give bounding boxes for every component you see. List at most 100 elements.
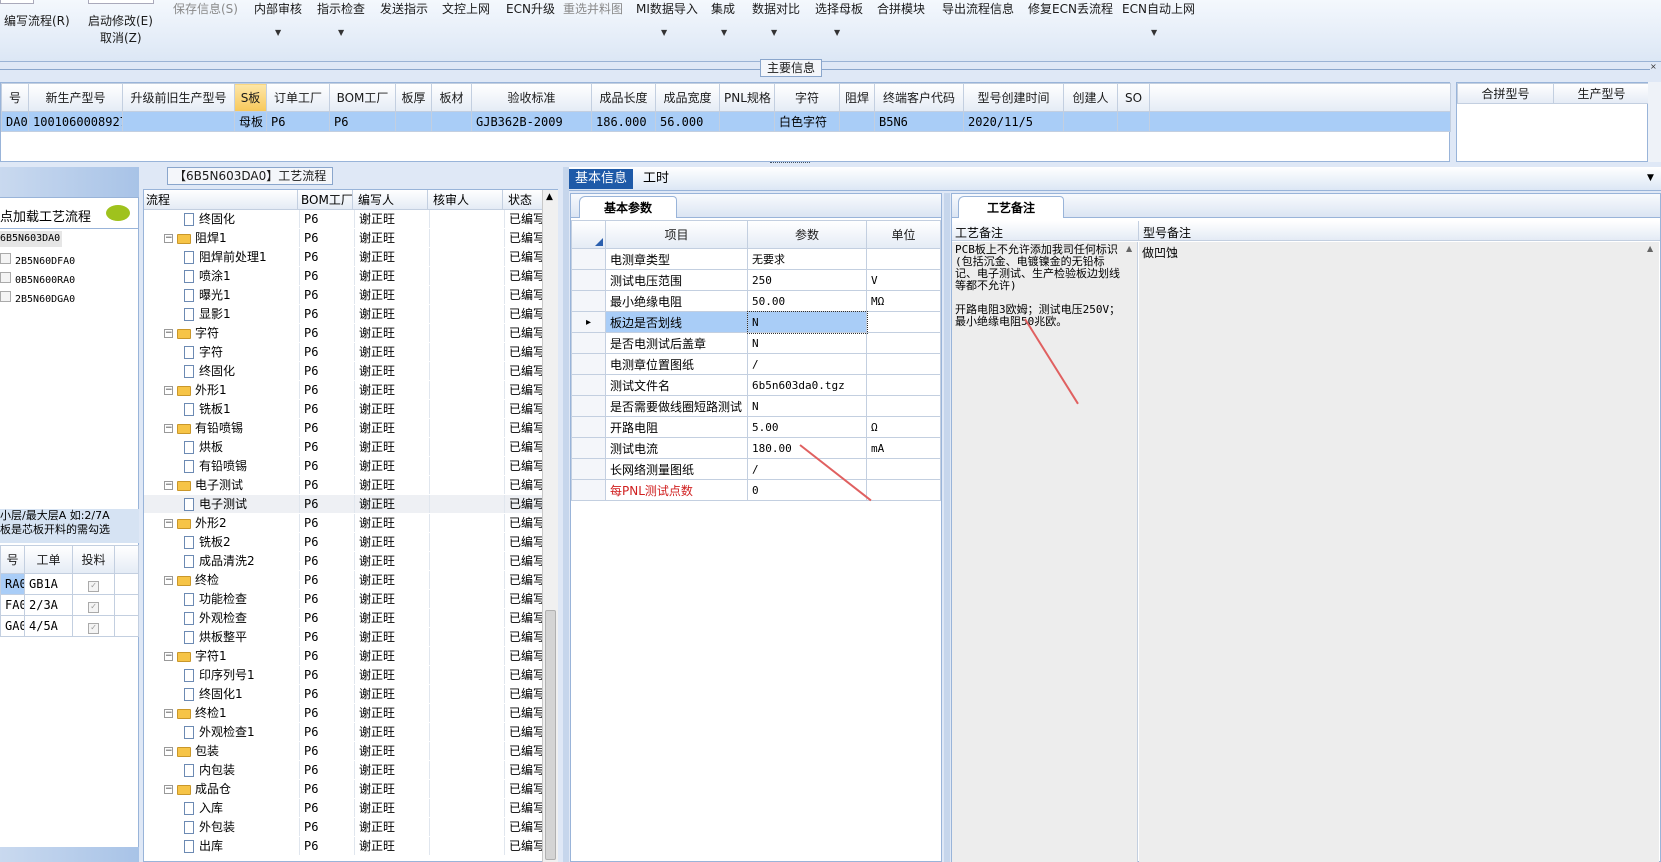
flow-row[interactable]: 终固化 P6 谢正旺 已编写 [144,362,542,380]
table-cell[interactable]: GJB362B-2009 [471,111,592,132]
row-indicator[interactable] [571,248,606,270]
table-cell[interactable] [1117,111,1150,132]
col-header[interactable]: 合拼型号 [1457,83,1554,104]
table-cell[interactable]: 56.000 [655,111,720,132]
data-compare-button[interactable]: 数据对比 [752,0,800,17]
flow-row[interactable]: 终固化 P6 谢正旺 已编写 [144,210,542,228]
scroll-up-icon[interactable]: ▲ [1647,244,1653,253]
flow-row[interactable]: 终固化1 P6 谢正旺 已编写 [144,685,542,703]
table-cell[interactable] [719,111,775,132]
scroll-up-icon[interactable]: ▲ [1126,244,1132,253]
col-header[interactable]: 新生产型号 [28,83,123,112]
flow-row[interactable]: 印序列号1 P6 谢正旺 已编写 [144,666,542,684]
flow-row[interactable]: − 阻焊1 P6 谢正旺 已编写 [144,229,542,247]
collapse-icon[interactable]: − [164,424,173,433]
flow-row[interactable]: 显影1 P6 谢正旺 已编写 [144,305,542,323]
param-row[interactable]: 测试电压范围 250 V [571,269,941,291]
col-header[interactable]: 核审人 [429,190,503,210]
col-header[interactable]: 生产型号 [1553,83,1650,104]
param-value[interactable]: / [747,353,867,375]
col-header[interactable]: 成品长度 [591,83,656,112]
table-cell[interactable]: P6 [329,111,396,132]
vertical-splitter[interactable] [944,193,950,862]
flow-row[interactable]: 烘板 P6 谢正旺 已编写 [144,438,542,456]
toolbar-btn-stub-1[interactable] [0,0,34,4]
col-header[interactable]: 板材 [431,83,472,112]
checkbox[interactable] [0,272,11,283]
table-cell[interactable]: 10010600089276 [28,111,123,132]
flow-row[interactable]: 成品清洗2 P6 谢正旺 已编写 [144,552,542,570]
tab-process-remarks[interactable]: 工艺备注 [958,196,1065,218]
speech-bubble-icon[interactable] [106,205,130,221]
col-header[interactable]: 终端客户代码 [874,83,964,112]
flow-row[interactable]: 外包装 P6 谢正旺 已编写 [144,818,542,836]
ecn-upgrade-button[interactable]: ECN升级 [506,0,555,17]
collapse-icon[interactable]: − [164,234,173,243]
col-header[interactable]: S板 [234,83,267,112]
param-row[interactable]: 测试电流 180.00 mA [571,437,941,459]
main-info-scrollbar[interactable] [1648,82,1661,162]
table-cell[interactable]: 4/5A [24,615,73,637]
flow-row[interactable]: − 终检1 P6 谢正旺 已编写 [144,704,542,722]
collapse-icon[interactable]: − [164,652,173,661]
flow-row[interactable]: − 包装 P6 谢正旺 已编写 [144,742,542,760]
col-header[interactable]: BOM工厂 [329,83,396,112]
table-row[interactable]: DA0 10010600089276 母板 P6 P6 GJB362B-2009… [1,111,1451,132]
ecn-auto-online-button[interactable]: ECN自动上网 [1122,0,1195,17]
row-indicator[interactable]: ▸ [571,311,606,333]
indicate-check-button[interactable]: 指示检查 [317,0,365,17]
param-row[interactable]: 每PNL测试点数 0 [571,479,941,501]
param-value[interactable]: 6b5n603da0.tgz [747,374,867,396]
internal-review-dropdown-icon[interactable]: ▼ [275,28,281,37]
flow-row[interactable]: − 字符1 P6 谢正旺 已编写 [144,647,542,665]
flow-row[interactable]: 曝光1 P6 谢正旺 已编写 [144,286,542,304]
reselect-material-button[interactable]: 重选并料图 [563,0,623,17]
param-value[interactable]: 250 [747,269,867,291]
col-header[interactable]: 号 [1,83,29,112]
table-cell[interactable]: B5N6 [874,111,964,132]
param-row[interactable]: 开路电阻 5.00 Ω [571,416,941,438]
table-cell[interactable]: GB1A [24,573,73,595]
table-cell[interactable] [395,111,432,132]
param-row[interactable]: 是否电测试后盖章 N [571,332,941,354]
col-header[interactable]: 编写人 [354,190,428,210]
col-header[interactable]: 号 [0,545,25,574]
checkbox[interactable]: ✓ [88,622,99,634]
flow-row[interactable]: 喷涂1 P6 谢正旺 已编写 [144,267,542,285]
send-indication-button[interactable]: 发送指示 [380,0,428,17]
mi-data-import-button[interactable]: MI数据导入 [636,0,698,17]
row-indicator[interactable] [571,458,606,480]
model-note-text[interactable]: 做凹蚀 [1142,244,1178,261]
flow-row[interactable]: 出库 P6 谢正旺 已编写 [144,837,542,855]
process-note-box[interactable]: PCB板上不允许添加我司任何标识(包括沉金、电镀镍金的无铅标记、电子测试、生产检… [952,242,1138,862]
table-row[interactable]: FA0 2/3A ✓ [0,594,139,616]
param-value[interactable]: N [746,310,868,334]
tab-basic-info[interactable]: 基本信息 [569,169,634,189]
tree-item-root[interactable]: 6B5N603DA0 [0,231,62,247]
collapse-icon[interactable]: − [164,329,173,338]
col-header[interactable]: 板厚 [395,83,432,112]
param-value[interactable]: N [747,332,867,354]
start-modify-button[interactable]: 启动修改(E) [88,12,153,29]
param-row[interactable]: 测试文件名 6b5n603da0.tgz [571,374,941,396]
mi-import-dropdown-icon[interactable]: ▼ [661,28,667,37]
tab-work-hours[interactable]: 工时 [637,169,675,189]
flow-row[interactable]: − 外形2 P6 谢正旺 已编写 [144,514,542,532]
row-indicator[interactable] [571,437,606,459]
checkbox[interactable]: ✓ [88,580,99,592]
flow-row[interactable]: − 电子测试 P6 谢正旺 已编写 [144,476,542,494]
write-flow-button[interactable]: 编写流程(R) [4,12,70,29]
doc-control-online-button[interactable]: 文控上网 [442,0,490,17]
row-indicator[interactable] [571,374,606,396]
integrate-button[interactable]: 集成 [711,0,735,17]
load-flow-bar[interactable]: 点加载工艺流程 [0,197,139,229]
flow-row[interactable]: − 字符 P6 谢正旺 已编写 [144,324,542,342]
flow-scrollbar[interactable]: ▲ [542,190,558,862]
splitter-grip[interactable] [770,162,810,165]
flow-row[interactable]: 字符 P6 谢正旺 已编写 [144,343,542,361]
col-header[interactable]: BOM工厂 [299,190,353,210]
row-indicator[interactable] [571,353,606,375]
col-header[interactable]: 参数 [747,220,867,249]
param-row[interactable]: 电测章位置图纸 / [571,353,941,375]
checkbox[interactable] [0,291,11,302]
